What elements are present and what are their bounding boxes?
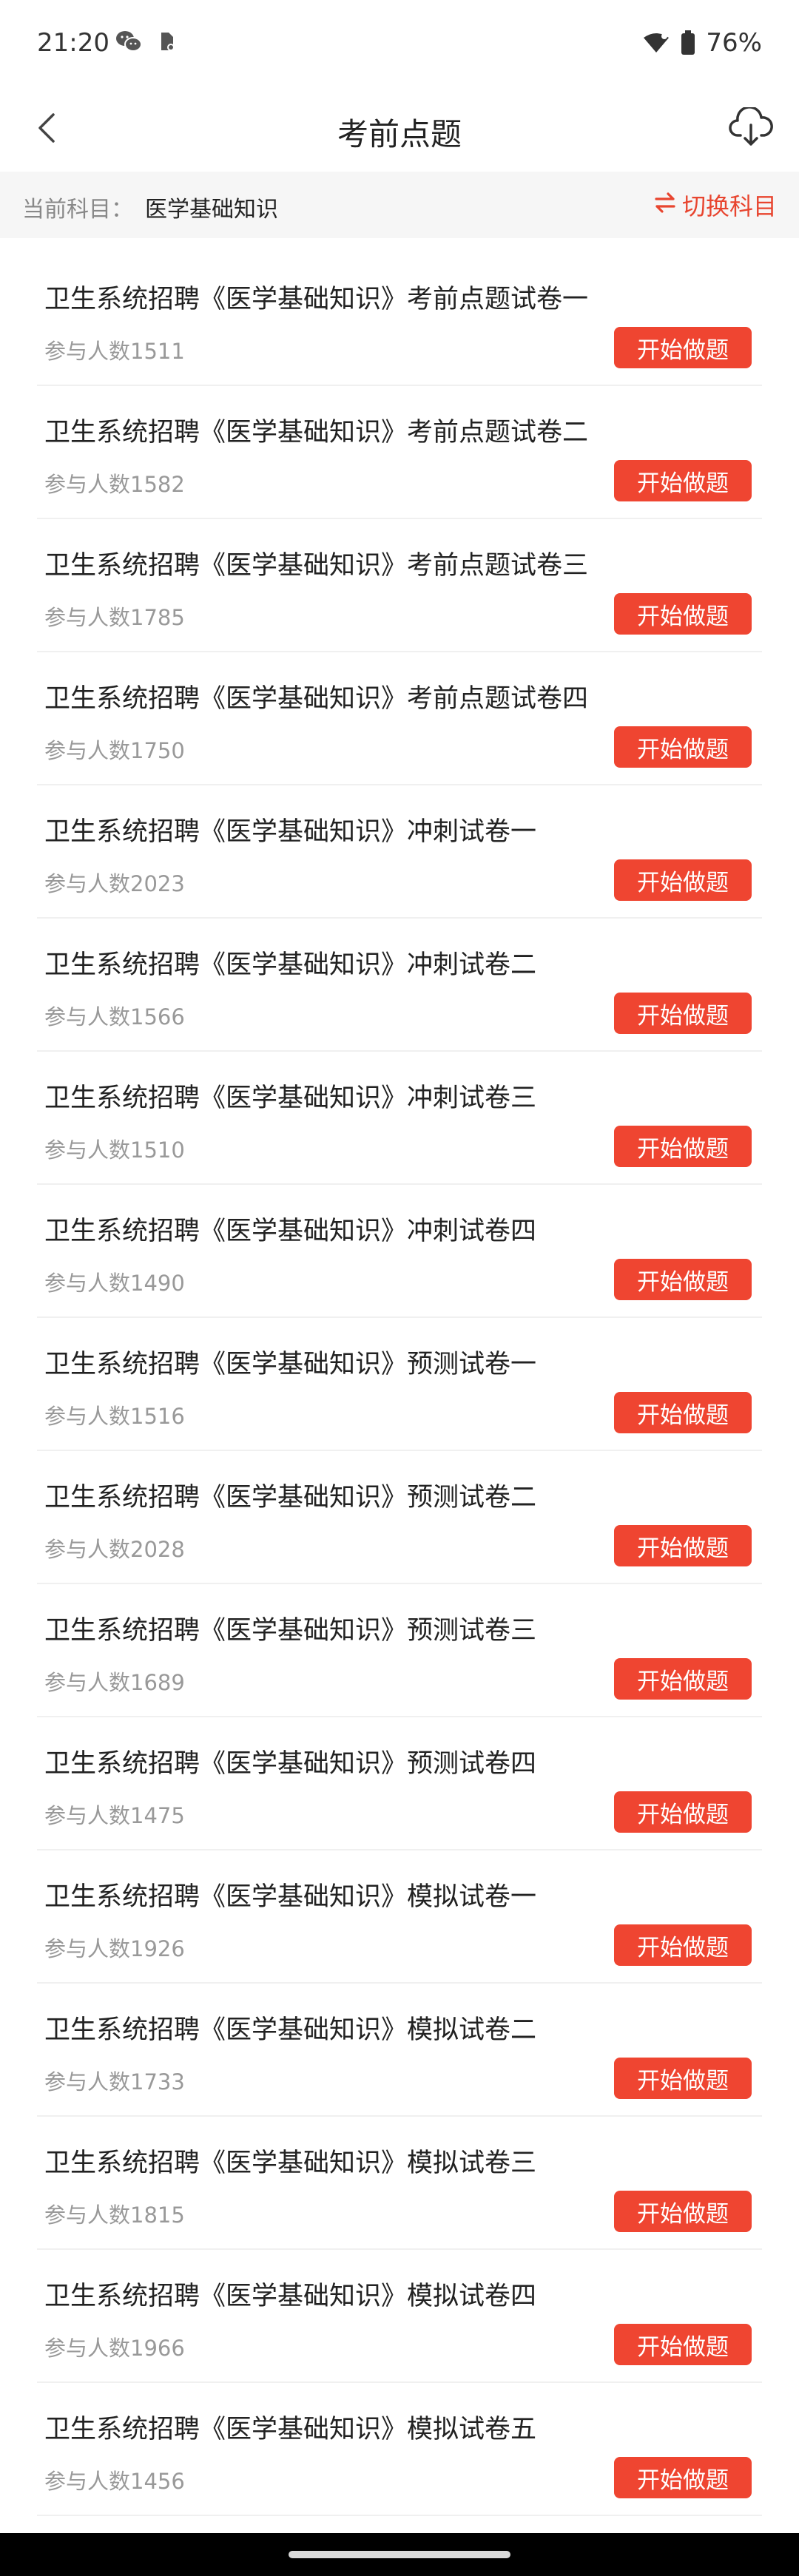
switch-subject-button[interactable]: 切换科目 bbox=[654, 188, 777, 222]
list-item[interactable]: 卫生系统招聘《医学基础知识》模拟试卷一 参与人数1926 开始做题 bbox=[37, 1850, 762, 1984]
battery-icon bbox=[681, 30, 695, 55]
start-exam-button[interactable]: 开始做题 bbox=[614, 1924, 752, 1966]
swap-arrows-icon bbox=[654, 191, 676, 219]
gesture-bar bbox=[0, 2533, 799, 2576]
paper-title[interactable]: 卫生系统招聘《医学基础知识》模拟试卷三 bbox=[44, 2142, 536, 2180]
paper-title[interactable]: 卫生系统招聘《医学基础知识》模拟试卷一 bbox=[44, 1876, 536, 1913]
start-exam-button[interactable]: 开始做题 bbox=[614, 1392, 752, 1433]
status-time: 21:20 bbox=[37, 28, 109, 58]
participant-count: 参与人数1510 bbox=[44, 1137, 185, 1163]
subject-bar: 当前科目： 医学基础知识 切换科目 bbox=[0, 172, 799, 238]
notification-icon bbox=[158, 30, 176, 53]
list-item[interactable]: 卫生系统招聘《医学基础知识》预测试卷二 参与人数2028 开始做题 bbox=[37, 1451, 762, 1584]
start-exam-button[interactable]: 开始做题 bbox=[614, 1525, 752, 1566]
wechat-icon bbox=[115, 30, 142, 53]
participant-count: 参与人数2023 bbox=[44, 871, 185, 896]
start-exam-button[interactable]: 开始做题 bbox=[614, 1658, 752, 1700]
list-item[interactable]: 卫生系统招聘《医学基础知识》预测试卷一 参与人数1516 开始做题 bbox=[37, 1318, 762, 1451]
start-exam-button[interactable]: 开始做题 bbox=[614, 1259, 752, 1300]
participant-count: 参与人数1689 bbox=[44, 1670, 185, 1695]
list-item[interactable]: 卫生系统招聘《医学基础知识》预测试卷三 参与人数1689 开始做题 bbox=[37, 1584, 762, 1717]
list-item[interactable]: 卫生系统招聘《医学基础知识》模拟试卷三 参与人数1815 开始做题 bbox=[37, 2117, 762, 2250]
start-exam-button[interactable]: 开始做题 bbox=[614, 1791, 752, 1833]
start-exam-button[interactable]: 开始做题 bbox=[614, 2457, 752, 2498]
participant-count: 参与人数1785 bbox=[44, 605, 185, 630]
start-exam-button[interactable]: 开始做题 bbox=[614, 993, 752, 1034]
paper-title[interactable]: 卫生系统招聘《医学基础知识》预测试卷三 bbox=[44, 1609, 536, 1647]
paper-title[interactable]: 卫生系统招聘《医学基础知识》预测试卷二 bbox=[44, 1476, 536, 1514]
nav-bar: 考前点题 bbox=[0, 89, 799, 170]
participant-count: 参与人数1815 bbox=[44, 2203, 185, 2228]
switch-subject-label: 切换科目 bbox=[681, 192, 777, 220]
subject-label: 当前科目： bbox=[22, 197, 133, 223]
start-exam-button[interactable]: 开始做题 bbox=[614, 460, 752, 501]
list-item[interactable]: 卫生系统招聘《医学基础知识》冲刺试卷一 参与人数2023 开始做题 bbox=[37, 785, 762, 919]
list-item[interactable]: 卫生系统招聘《医学基础知识》冲刺试卷四 参与人数1490 开始做题 bbox=[37, 1185, 762, 1318]
participant-count: 参与人数1750 bbox=[44, 738, 185, 763]
list-item[interactable]: 卫生系统招聘《医学基础知识》考前点题试卷四 参与人数1750 开始做题 bbox=[37, 652, 762, 785]
list-item[interactable]: 卫生系统招聘《医学基础知识》考前点题试卷一 参与人数1511 开始做题 bbox=[37, 253, 762, 386]
battery-percent: 76% bbox=[706, 28, 762, 58]
participant-count: 参与人数1490 bbox=[44, 1271, 185, 1296]
participant-count: 参与人数1582 bbox=[44, 472, 185, 497]
list-item[interactable]: 卫生系统招聘《医学基础知识》模拟试卷二 参与人数1733 开始做题 bbox=[37, 1984, 762, 2117]
list-item[interactable]: 卫生系统招聘《医学基础知识》考前点题试卷二 参与人数1582 开始做题 bbox=[37, 386, 762, 519]
start-exam-button[interactable]: 开始做题 bbox=[614, 859, 752, 901]
start-exam-button[interactable]: 开始做题 bbox=[614, 2191, 752, 2232]
cloud-download-icon bbox=[729, 106, 773, 152]
paper-title[interactable]: 卫生系统招聘《医学基础知识》冲刺试卷三 bbox=[44, 1077, 536, 1115]
subject-value: 医学基础知识 bbox=[145, 197, 278, 223]
list-item[interactable]: 卫生系统招聘《医学基础知识》模拟试卷四 参与人数1966 开始做题 bbox=[37, 2250, 762, 2383]
list-item[interactable]: 卫生系统招聘《医学基础知识》模拟试卷五 参与人数1456 开始做题 bbox=[37, 2383, 762, 2516]
list-item[interactable]: 卫生系统招聘《医学基础知识》考前点题试卷三 参与人数1785 开始做题 bbox=[37, 519, 762, 652]
participant-count: 参与人数1966 bbox=[44, 2336, 185, 2361]
paper-title[interactable]: 卫生系统招聘《医学基础知识》冲刺试卷一 bbox=[44, 811, 536, 848]
start-exam-button[interactable]: 开始做题 bbox=[614, 1126, 752, 1167]
paper-title[interactable]: 卫生系统招聘《医学基础知识》冲刺试卷二 bbox=[44, 944, 536, 981]
paper-title[interactable]: 卫生系统招聘《医学基础知识》预测试卷四 bbox=[44, 1742, 536, 1780]
wifi-icon bbox=[642, 32, 670, 54]
start-exam-button[interactable]: 开始做题 bbox=[614, 327, 752, 368]
participant-count: 参与人数1456 bbox=[44, 2469, 185, 2494]
participant-count: 参与人数1511 bbox=[44, 339, 185, 364]
status-icons-left bbox=[115, 30, 176, 53]
paper-title[interactable]: 卫生系统招聘《医学基础知识》模拟试卷四 bbox=[44, 2275, 536, 2313]
start-exam-button[interactable]: 开始做题 bbox=[614, 593, 752, 635]
start-exam-button[interactable]: 开始做题 bbox=[614, 2058, 752, 2099]
status-bar: 21:20 76% bbox=[0, 0, 799, 89]
participant-count: 参与人数1475 bbox=[44, 1803, 185, 1828]
home-indicator[interactable] bbox=[289, 2551, 510, 2558]
paper-title[interactable]: 卫生系统招聘《医学基础知识》考前点题试卷二 bbox=[44, 411, 588, 449]
start-exam-button[interactable]: 开始做题 bbox=[614, 726, 752, 768]
paper-title[interactable]: 卫生系统招聘《医学基础知识》模拟试卷五 bbox=[44, 2408, 536, 2446]
paper-title[interactable]: 卫生系统招聘《医学基础知识》考前点题试卷四 bbox=[44, 677, 588, 715]
participant-count: 参与人数1733 bbox=[44, 2069, 185, 2095]
list-item[interactable]: 卫生系统招聘《医学基础知识》预测试卷四 参与人数1475 开始做题 bbox=[37, 1717, 762, 1850]
list-item[interactable]: 卫生系统招聘《医学基础知识》冲刺试卷二 参与人数1566 开始做题 bbox=[37, 919, 762, 1052]
page-title: 考前点题 bbox=[337, 116, 462, 152]
paper-title[interactable]: 卫生系统招聘《医学基础知识》冲刺试卷四 bbox=[44, 1210, 536, 1248]
download-button[interactable] bbox=[725, 104, 777, 155]
participant-count: 参与人数1516 bbox=[44, 1404, 185, 1429]
participant-count: 参与人数1926 bbox=[44, 1936, 185, 1961]
paper-title[interactable]: 卫生系统招聘《医学基础知识》预测试卷一 bbox=[44, 1343, 536, 1381]
start-exam-button[interactable]: 开始做题 bbox=[614, 2324, 752, 2365]
paper-list: 卫生系统招聘《医学基础知识》考前点题试卷一 参与人数1511 开始做题 卫生系统… bbox=[0, 253, 799, 2516]
participant-count: 参与人数2028 bbox=[44, 1537, 185, 1562]
paper-title[interactable]: 卫生系统招聘《医学基础知识》考前点题试卷三 bbox=[44, 544, 588, 582]
paper-title[interactable]: 卫生系统招聘《医学基础知识》考前点题试卷一 bbox=[44, 278, 588, 316]
list-item[interactable]: 卫生系统招聘《医学基础知识》冲刺试卷三 参与人数1510 开始做题 bbox=[37, 1052, 762, 1185]
participant-count: 参与人数1566 bbox=[44, 1004, 185, 1030]
paper-title[interactable]: 卫生系统招聘《医学基础知识》模拟试卷二 bbox=[44, 2009, 536, 2046]
status-icons-right: 76% bbox=[642, 28, 762, 58]
